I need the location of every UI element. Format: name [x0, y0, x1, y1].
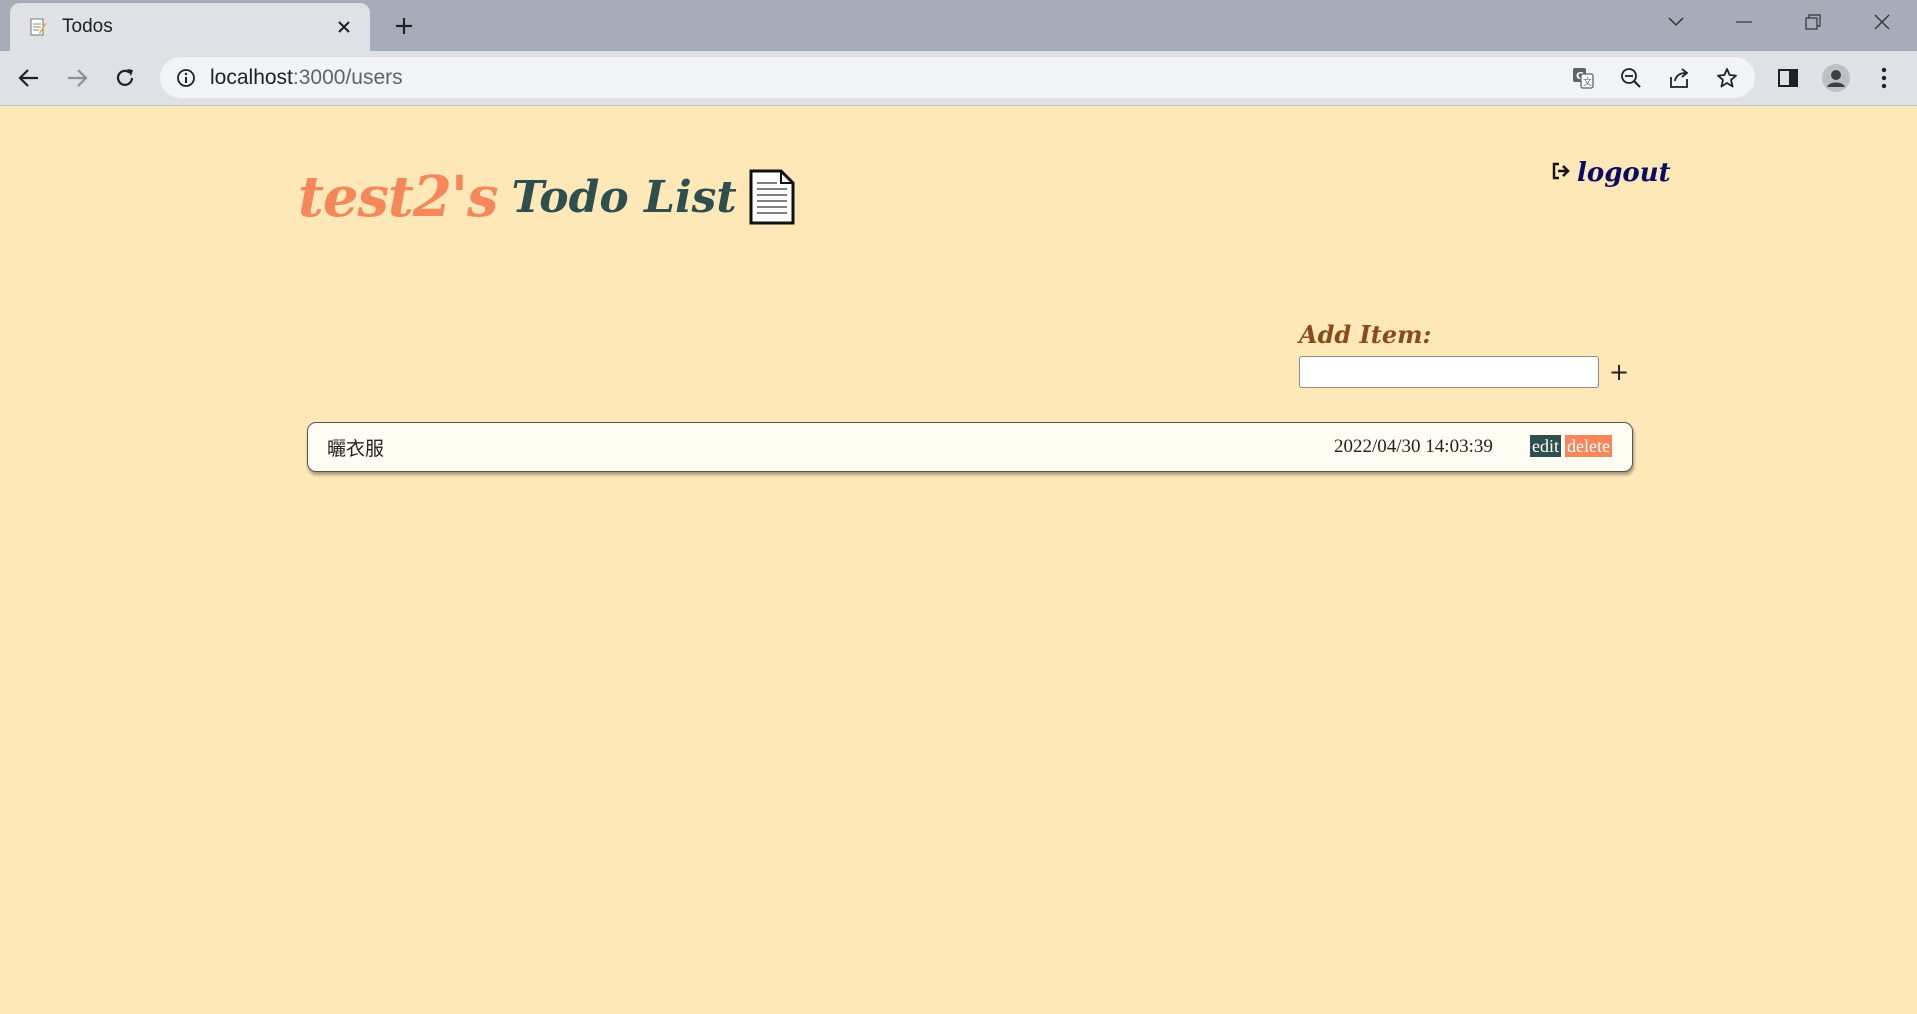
add-item-input[interactable]	[1299, 356, 1599, 388]
minimize-icon[interactable]	[1720, 6, 1768, 38]
logout-label: logout	[1577, 158, 1671, 188]
close-icon[interactable]	[332, 15, 356, 39]
username-title: test2's	[298, 164, 499, 230]
zoom-out-icon[interactable]	[1618, 65, 1644, 91]
todo-list: 曬衣服 2022/04/30 14:03:39 edit delete	[307, 422, 1633, 472]
svg-text:文: 文	[1583, 76, 1592, 88]
browser-toolbar: localhost:3000/users G文	[0, 51, 1917, 106]
restore-icon[interactable]	[1789, 6, 1837, 38]
address-bar[interactable]: localhost:3000/users G文	[160, 57, 1755, 98]
page-title: test2's Todo List	[298, 162, 795, 232]
forward-icon[interactable]	[60, 61, 94, 95]
star-icon[interactable]	[1714, 65, 1740, 91]
reload-icon[interactable]	[108, 61, 142, 95]
logout-icon	[1551, 162, 1571, 185]
plus-icon[interactable]	[388, 10, 420, 42]
menu-icon[interactable]	[1869, 63, 1899, 93]
url-host: localhost	[210, 65, 293, 89]
browser-tab[interactable]: Todos	[10, 3, 370, 51]
app-title: Todo List	[511, 171, 737, 223]
share-icon[interactable]	[1666, 65, 1692, 91]
todo-item: 曬衣服 2022/04/30 14:03:39 edit delete	[307, 422, 1633, 472]
back-icon[interactable]	[12, 61, 46, 95]
delete-button[interactable]: delete	[1565, 435, 1612, 457]
info-icon[interactable]	[174, 66, 198, 90]
tab-strip: Todos	[0, 0, 1917, 51]
add-item-label: Add Item:	[1299, 320, 1432, 349]
logout-link[interactable]: logout	[1551, 158, 1671, 188]
url-path: :3000/users	[292, 65, 403, 89]
translate-icon[interactable]: G文	[1570, 65, 1596, 91]
add-item-button[interactable]: +	[1604, 357, 1634, 387]
todo-timestamp: 2022/04/30 14:03:39	[1334, 436, 1493, 457]
todo-page: test2's Todo List logout Add Item: + 曬衣服…	[0, 106, 1917, 1014]
todo-text: 曬衣服	[327, 438, 385, 460]
document-icon	[749, 169, 795, 225]
tab-search-icon[interactable]	[1652, 6, 1700, 38]
profile-icon[interactable]	[1821, 63, 1851, 93]
window-close-icon[interactable]	[1858, 6, 1906, 38]
edit-button[interactable]: edit	[1530, 435, 1561, 457]
tab-title: Todos	[62, 16, 113, 37]
url-text[interactable]: localhost:3000/users	[210, 66, 403, 90]
favicon-memo-icon	[30, 18, 46, 36]
side-panel-icon[interactable]	[1773, 63, 1803, 93]
